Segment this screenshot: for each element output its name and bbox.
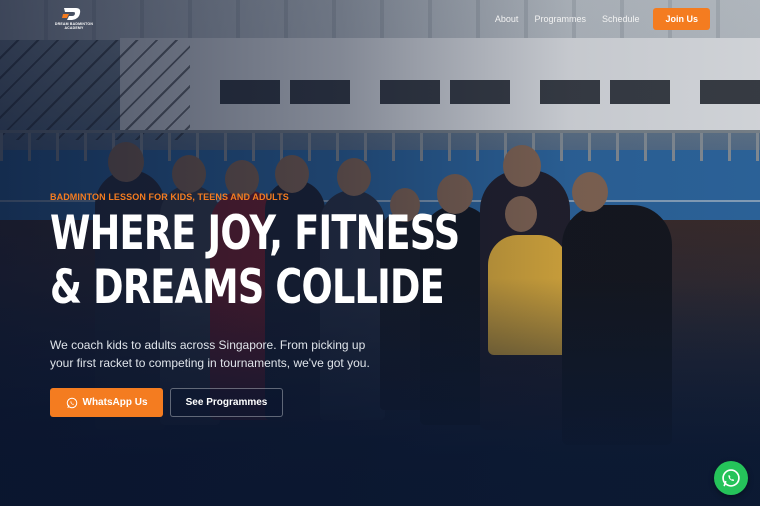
see-programmes-button[interactable]: See Programmes [170,388,283,417]
logo-icon [62,8,81,20]
hero-headline: WHERE JOY, FITNESS & DREAMS COLLIDE [50,206,460,315]
nav-link-schedule[interactable]: Schedule [602,14,640,24]
whatsapp-us-button[interactable]: WhatsApp Us [50,388,163,417]
whatsapp-us-label: WhatsApp Us [82,397,148,408]
nav-link-about[interactable]: About [495,14,519,24]
floating-whatsapp-button[interactable] [714,461,748,495]
top-navbar: DREAM BADMINTON ACADEMY About Programmes… [0,0,760,38]
nav-link-programmes[interactable]: Programmes [534,14,586,24]
join-us-button[interactable]: Join Us [653,8,710,30]
site-logo[interactable]: DREAM BADMINTON ACADEMY [52,7,96,33]
hero-eyebrow: BADMINTON LESSON FOR KIDS, TEENS AND ADU… [50,192,289,202]
nav-links: About Programmes Schedule Join Us [479,8,710,30]
logo-text: DREAM BADMINTON ACADEMY [54,22,94,30]
headline-line-2: & DREAMS COLLIDE [50,260,445,315]
whatsapp-icon [66,397,77,408]
whatsapp-icon [722,469,740,487]
headline-line-1: WHERE JOY, FITNESS [50,206,460,261]
hero-description: We coach kids to adults across Singapore… [50,338,370,370]
